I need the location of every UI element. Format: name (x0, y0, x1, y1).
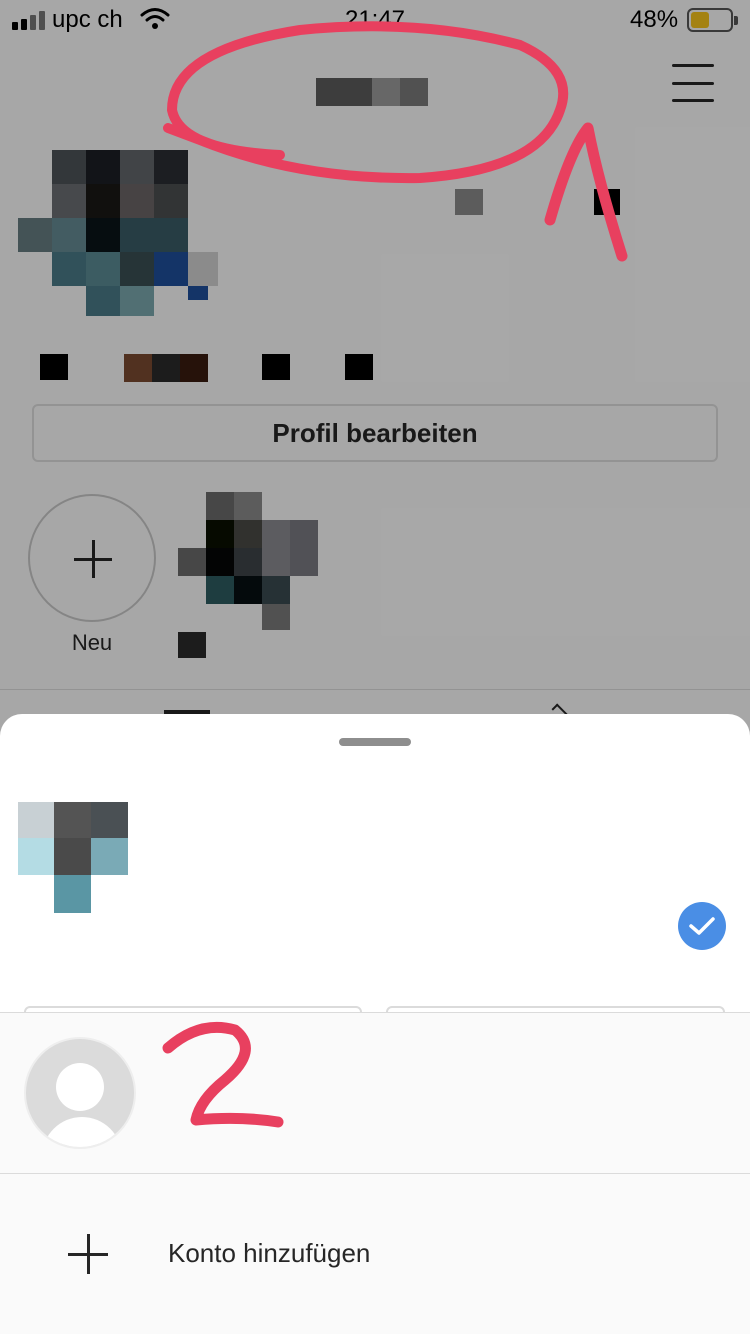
checkmark-icon (678, 902, 726, 950)
plus-icon (68, 1234, 108, 1274)
sheet-grabber[interactable] (339, 738, 411, 746)
other-account-row[interactable] (0, 1013, 750, 1173)
add-account-label: Konto hinzufügen (168, 1238, 371, 1268)
add-account-row[interactable]: Konto hinzufügen (0, 1174, 750, 1334)
current-account-avatar-pixelated (18, 802, 130, 914)
account-switcher-sheet: Konto hinzufügen (0, 714, 750, 1334)
current-account-row[interactable] (0, 794, 750, 1070)
default-avatar-icon (24, 1037, 136, 1149)
